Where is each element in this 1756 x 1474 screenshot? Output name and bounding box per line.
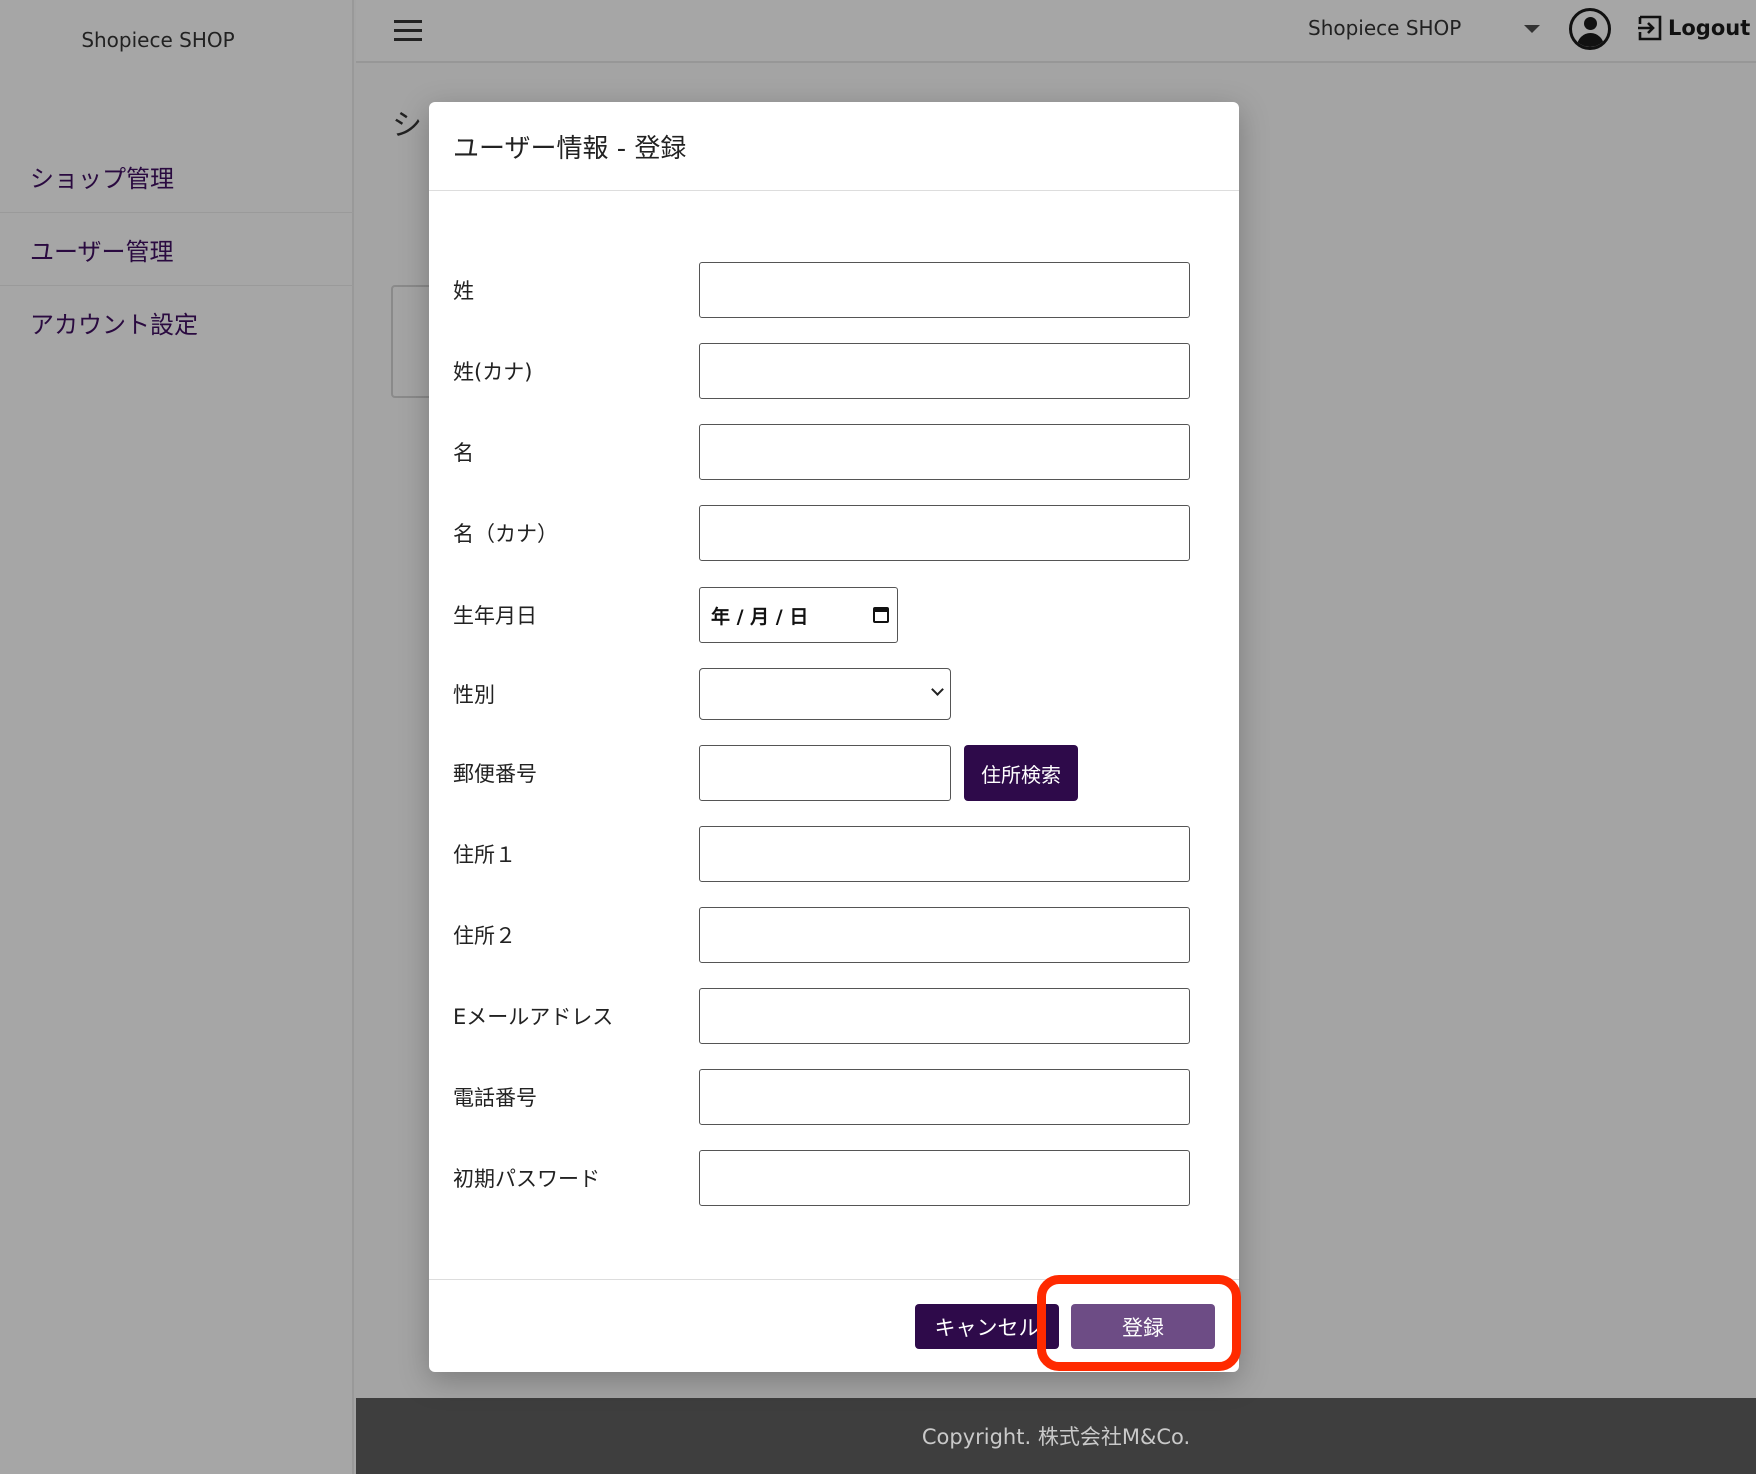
last-name-kana-label: 姓(カナ) — [453, 360, 533, 384]
birthday-label: 生年月日 — [453, 604, 537, 628]
calendar-icon[interactable] — [873, 607, 889, 623]
email-label: Eメールアドレス — [453, 1005, 614, 1029]
form-row-address2: 住所２ — [453, 907, 1190, 963]
form-row-last-name: 姓 — [453, 262, 1190, 318]
page-footer: Copyright. 株式会社M&Co. — [356, 1398, 1756, 1474]
sidebar-item-user-management[interactable]: ユーザー管理 — [0, 213, 354, 286]
sidebar-item-shop-management[interactable]: ショップ管理 — [0, 140, 354, 213]
form-row-postal-code: 郵便番号 住所検索 — [453, 745, 1078, 801]
last-name-kana-input[interactable] — [699, 343, 1190, 399]
address2-label: 住所２ — [453, 924, 516, 948]
address2-input[interactable] — [699, 907, 1190, 963]
form-row-first-name: 名 — [453, 424, 1190, 480]
phone-input[interactable] — [699, 1069, 1190, 1125]
initial-password-input[interactable] — [699, 1150, 1190, 1206]
logout-button[interactable]: Logout — [1636, 14, 1750, 42]
form-row-address1: 住所１ — [453, 826, 1190, 882]
postal-code-input[interactable] — [699, 745, 951, 801]
copyright-text: Copyright. 株式会社M&Co. — [921, 1425, 1191, 1449]
form-row-phone: 電話番号 — [453, 1069, 1190, 1125]
last-name-label: 姓 — [453, 279, 474, 303]
sidebar-item-account-settings[interactable]: アカウント設定 — [0, 286, 354, 359]
user-avatar-icon[interactable] — [1569, 8, 1611, 50]
form-row-email: Eメールアドレス — [453, 988, 1190, 1044]
postal-code-label: 郵便番号 — [453, 762, 537, 786]
logout-label: Logout — [1668, 16, 1751, 40]
logout-icon — [1638, 15, 1662, 41]
cancel-button[interactable]: キャンセル — [915, 1304, 1059, 1349]
first-name-input[interactable] — [699, 424, 1190, 480]
last-name-input[interactable] — [699, 262, 1190, 318]
phone-label: 電話番号 — [453, 1086, 537, 1110]
initial-password-label: 初期パスワード — [453, 1167, 600, 1191]
first-name-label: 名 — [453, 441, 474, 465]
form-row-last-name-kana: 姓(カナ) — [453, 343, 1190, 399]
address1-label: 住所１ — [453, 843, 516, 867]
gender-label: 性別 — [453, 683, 495, 707]
form-row-first-name-kana: 名（カナ） — [453, 505, 1190, 561]
form-row-birthday: 生年月日 年 / 月 / 日 — [453, 587, 898, 643]
modal-footer: キャンセル 登録 — [429, 1279, 1239, 1372]
address1-input[interactable] — [699, 826, 1190, 882]
shop-selector[interactable]: Shopiece SHOP — [1308, 16, 1461, 40]
register-button[interactable]: 登録 — [1071, 1304, 1215, 1349]
birthday-date-placeholder: 年 / 月 / 日 — [711, 605, 809, 628]
birthday-date-input[interactable]: 年 / 月 / 日 — [699, 587, 898, 643]
sidebar-brand: Shopiece SHOP — [81, 28, 235, 52]
form-row-initial-password: 初期パスワード — [453, 1150, 1190, 1206]
chevron-down-icon[interactable] — [1524, 25, 1540, 33]
first-name-kana-input[interactable] — [699, 505, 1190, 561]
user-register-modal: ユーザー情報 - 登録 姓 姓(カナ) 名 名（カナ） 生年月日 年 / 月 /… — [429, 102, 1239, 1372]
email-input[interactable] — [699, 988, 1190, 1044]
form-row-gender: 性別 — [453, 668, 951, 720]
gender-select[interactable] — [699, 668, 951, 720]
modal-title: ユーザー情報 - 登録 — [429, 102, 1239, 191]
chevron-down-icon — [931, 683, 944, 696]
sidebar: Shopiece SHOP ショップ管理 ユーザー管理 アカウント設定 — [0, 0, 354, 1474]
first-name-kana-label: 名（カナ） — [453, 522, 558, 546]
address-search-button[interactable]: 住所検索 — [964, 745, 1078, 801]
page-title: シ — [392, 108, 422, 143]
top-header: Shopiece SHOP Logout — [356, 0, 1756, 63]
sidebar-nav: ショップ管理 ユーザー管理 アカウント設定 — [0, 140, 354, 359]
hamburger-menu-icon[interactable] — [394, 20, 422, 42]
